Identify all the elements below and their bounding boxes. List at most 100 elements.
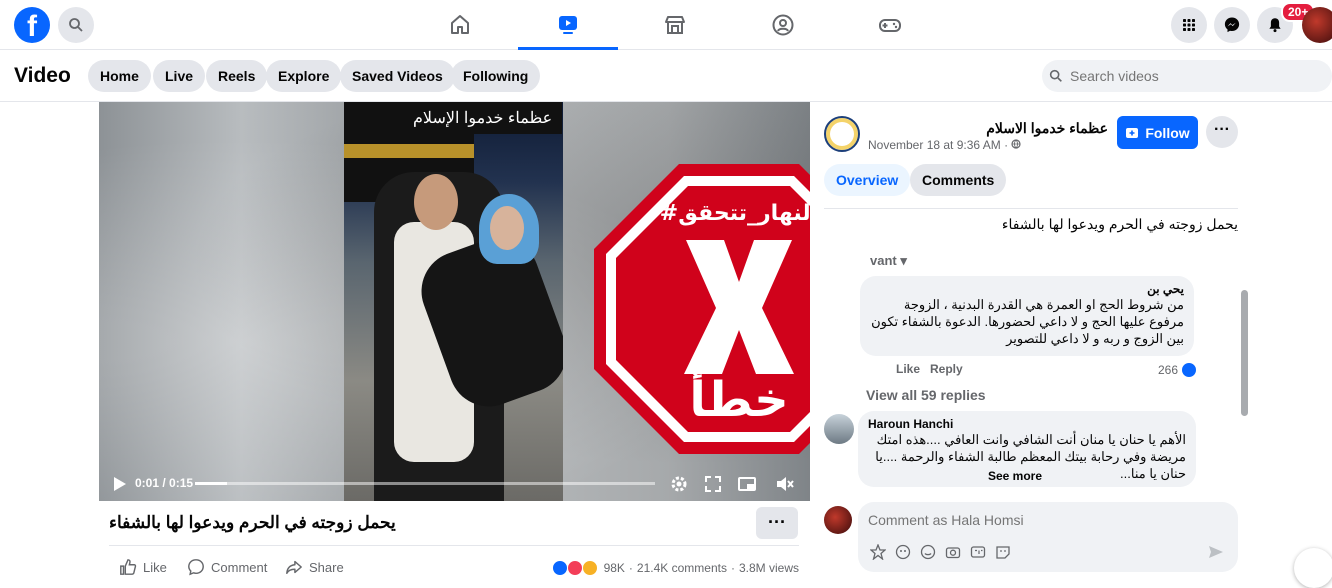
home-icon — [451, 15, 469, 34]
camera-icon[interactable] — [945, 544, 961, 560]
miniplayer-icon[interactable] — [737, 474, 757, 494]
comment-icon — [188, 559, 204, 576]
progress-fill — [195, 482, 228, 485]
page-name[interactable]: عظماء خدموا الاسلام — [948, 120, 1108, 137]
sidebar-more-button[interactable]: ··· — [1206, 116, 1238, 148]
grid-menu-icon — [1183, 19, 1195, 31]
stamp-hashtag: #النهار_تتحقق — [660, 201, 810, 226]
player-controls: 0:01 / 0:15 — [99, 470, 810, 501]
view-replies-link[interactable]: View all 59 replies — [866, 387, 986, 403]
fullscreen-icon[interactable] — [703, 474, 723, 494]
progress-bar[interactable] — [195, 482, 655, 485]
facebook-logo-icon[interactable]: f — [14, 7, 50, 43]
man-face — [414, 174, 458, 230]
video-frame — [344, 102, 563, 501]
post-caption-row: يحمل زوجته في الحرم ويدعوا لها بالشفاء ·… — [99, 505, 810, 543]
pill-live[interactable]: Live — [153, 60, 206, 92]
time-readout: 0:01 / 0:15 — [135, 476, 194, 490]
comment-composer[interactable] — [858, 502, 1238, 572]
post-more-button[interactable]: ··· — [756, 507, 798, 539]
comment-like-link[interactable]: Like — [896, 362, 920, 376]
post-sidebar: عظماء خدموا الاسلام November 18 at 9:36 … — [810, 102, 1332, 584]
follow-label: Follow — [1145, 124, 1190, 141]
emoji-icon[interactable] — [920, 544, 936, 560]
nav-tab-gaming[interactable] — [840, 0, 940, 50]
thumbs-up-icon — [120, 559, 137, 575]
pill-reels[interactable]: Reels — [206, 60, 268, 92]
messenger-button[interactable] — [1214, 7, 1250, 43]
commenter-avatar[interactable] — [824, 414, 854, 444]
comment-text: من شروط الحج او العمرة هي القدرة البدنية… — [871, 297, 1184, 346]
search-icon — [1049, 69, 1062, 82]
settings-icon[interactable] — [669, 474, 689, 494]
messenger-icon — [1224, 17, 1240, 33]
comments-count[interactable]: 21.4K comments — [637, 561, 727, 575]
video-overlay-caption: عظماء خدموا الإسلام — [403, 102, 563, 134]
pill-explore[interactable]: Explore — [266, 60, 342, 92]
search-icon — [69, 18, 83, 32]
page-title: Video — [14, 64, 71, 87]
nav-tab-home[interactable] — [410, 0, 510, 50]
avatar-sticker-icon[interactable] — [870, 544, 886, 560]
like-button[interactable]: Like — [119, 558, 167, 576]
top-navigation-bar: f 20+ — [0, 0, 1332, 50]
comment-button[interactable]: Comment — [187, 558, 267, 576]
video-icon — [559, 15, 577, 34]
see-more-link[interactable]: See more — [988, 469, 1042, 483]
search-videos[interactable] — [1042, 60, 1332, 92]
gaming-icon — [879, 19, 901, 32]
reactions-count[interactable]: 98K — [604, 561, 625, 575]
pill-following[interactable]: Following — [451, 60, 541, 92]
search-input[interactable] — [1070, 60, 1320, 92]
woman-face — [490, 206, 524, 250]
post-stats: 98K · 21.4K comments · 3.8M views — [551, 560, 799, 576]
marketplace-icon — [665, 16, 685, 34]
comment-input[interactable] — [868, 510, 1208, 530]
divider — [824, 208, 1238, 209]
stamp-verdict: خطأ — [689, 368, 788, 428]
post-date-text: November 18 at 9:36 AM · — [868, 138, 1012, 152]
comments-scrollbar[interactable] — [1238, 276, 1250, 484]
post-description: يحمل زوجته في الحرم ويدعوا لها بالشفاء — [1001, 216, 1238, 232]
avatar-icon[interactable] — [895, 544, 911, 560]
nav-tab-video[interactable] — [518, 0, 618, 50]
video-player[interactable]: عظماء خدموا الإسلام #النهار_تتحقق خطأ 0:… — [99, 102, 810, 501]
stats-separator: · — [628, 561, 633, 575]
play-icon[interactable] — [109, 474, 129, 494]
gif-icon[interactable] — [970, 544, 986, 560]
sticker-icon[interactable] — [995, 544, 1011, 560]
scrollbar-thumb[interactable] — [1241, 290, 1248, 416]
views-count: 3.8M views — [738, 561, 799, 575]
send-icon[interactable] — [1208, 544, 1224, 560]
menu-button[interactable] — [1171, 7, 1207, 43]
account-avatar[interactable] — [1302, 7, 1332, 43]
tab-comments[interactable]: Comments — [910, 164, 1007, 196]
tab-overview[interactable]: Overview — [824, 164, 911, 196]
comment-author[interactable]: يحي بن — [870, 282, 1184, 296]
share-icon — [286, 560, 302, 575]
pill-home[interactable]: Home — [88, 60, 151, 92]
comment-sort-dropdown[interactable]: vant ▾ — [870, 253, 907, 269]
post-actions: Like Comment Share 98K · 21.4K comments … — [109, 552, 799, 582]
like-reaction-icon — [551, 560, 568, 576]
sad-reaction-icon — [581, 560, 598, 576]
new-message-button[interactable] — [1294, 548, 1332, 588]
pill-saved-videos[interactable]: Saved Videos — [340, 60, 455, 92]
bell-icon — [1269, 18, 1281, 33]
follow-button[interactable]: Follow — [1117, 116, 1198, 149]
groups-icon — [772, 14, 794, 36]
kaaba-band — [344, 144, 474, 158]
share-button[interactable]: Share — [285, 558, 344, 576]
love-reaction-icon — [566, 560, 583, 576]
nav-tab-groups[interactable] — [733, 0, 833, 50]
page-avatar[interactable] — [824, 116, 860, 152]
mute-icon[interactable] — [775, 474, 795, 494]
comment-label: Comment — [211, 559, 268, 575]
comment-reply-link[interactable]: Reply — [930, 362, 963, 376]
search-button[interactable] — [58, 7, 94, 43]
comment-author[interactable]: Haroun Hanchi — [868, 417, 1186, 431]
comment-bubble: Haroun Hanchi الأهم يا حنان يا منان أنت … — [858, 411, 1196, 487]
like-label: Like — [143, 559, 167, 575]
fact-check-stamp: #النهار_تتحقق خطأ — [594, 164, 810, 454]
nav-tab-marketplace[interactable] — [625, 0, 725, 50]
